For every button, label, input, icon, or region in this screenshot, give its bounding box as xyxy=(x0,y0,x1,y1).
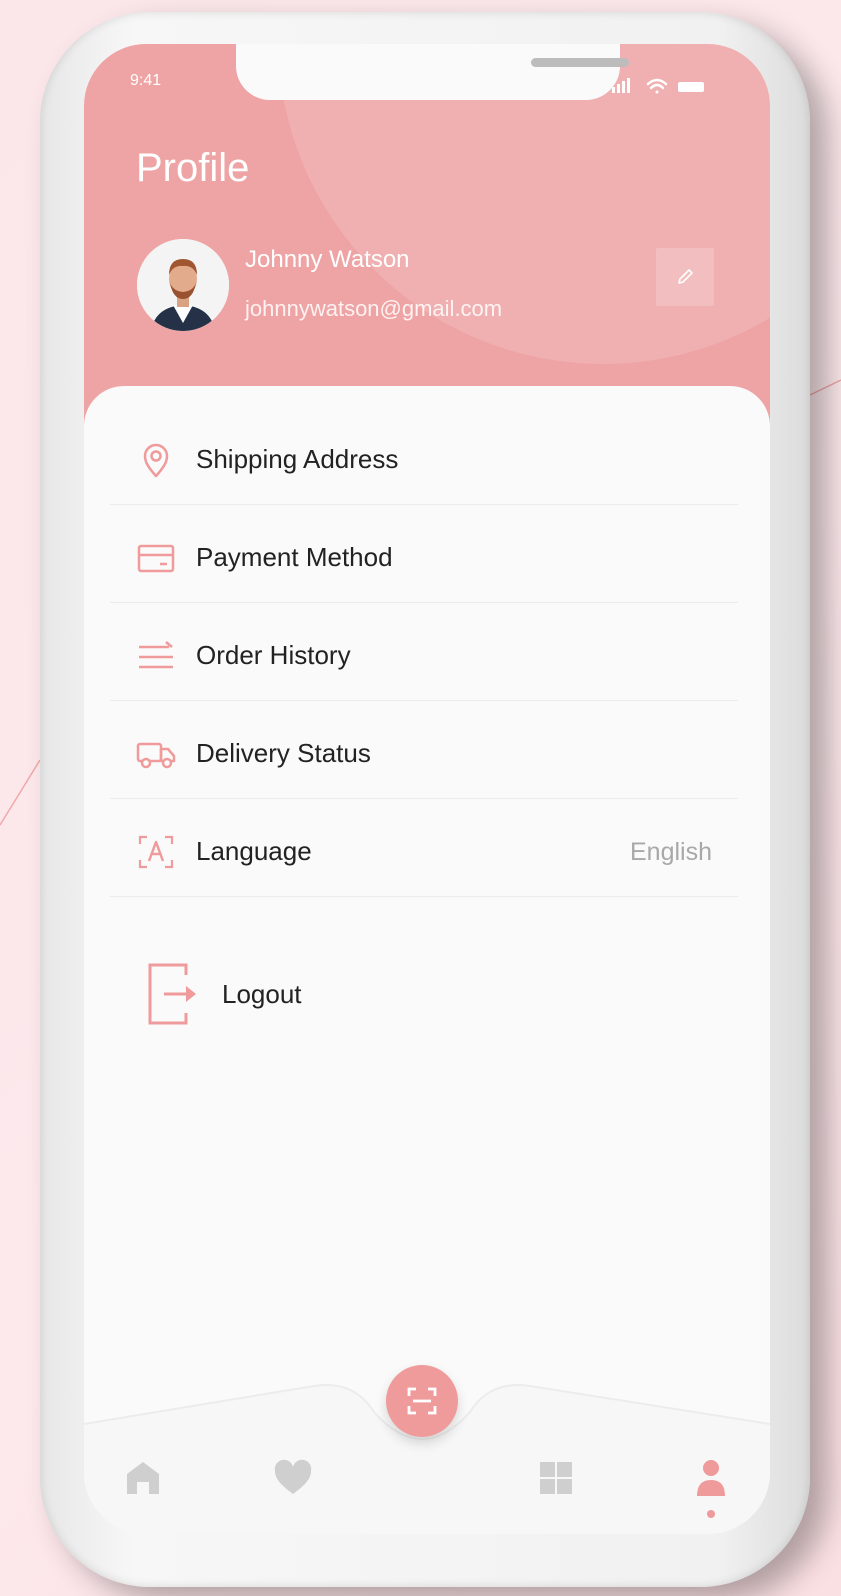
menu-item-shipping-address[interactable]: Shipping Address xyxy=(110,406,738,505)
menu-item-language[interactable]: Language English xyxy=(110,798,738,897)
logout-button[interactable]: Logout xyxy=(146,961,346,1027)
credit-card-icon xyxy=(137,544,175,573)
status-icons xyxy=(612,78,704,94)
phone-notch xyxy=(236,44,629,100)
tab-profile[interactable] xyxy=(689,1456,733,1500)
logout-icon xyxy=(148,963,196,1025)
scan-button[interactable] xyxy=(386,1365,458,1437)
active-tab-indicator xyxy=(707,1510,715,1518)
location-pin-icon xyxy=(143,443,169,478)
app-screen: 9:41 Profile Johnny Watson johnnywatson@… xyxy=(84,44,770,1534)
home-icon xyxy=(127,1462,159,1494)
heart-icon xyxy=(274,1459,312,1494)
language-value: English xyxy=(630,838,712,866)
menu-item-delivery-status[interactable]: Delivery Status xyxy=(110,700,738,799)
language-icon xyxy=(138,835,174,869)
user-name: Johnny Watson xyxy=(245,246,410,273)
pencil-icon xyxy=(678,269,693,284)
speaker-grille xyxy=(531,58,629,67)
scan-icon xyxy=(407,1387,437,1415)
edit-profile-button[interactable] xyxy=(656,248,714,306)
logout-label: Logout xyxy=(222,979,302,1009)
truck-icon xyxy=(136,742,176,769)
menu-card: Shipping Address Payment Method Order Hi… xyxy=(84,386,770,1534)
battery-icon xyxy=(678,82,704,92)
status-time: 9:41 xyxy=(130,72,162,89)
tab-home[interactable] xyxy=(121,1456,165,1500)
avatar[interactable] xyxy=(137,239,229,331)
menu-item-label: Delivery Status xyxy=(196,738,371,768)
menu-item-label: Order History xyxy=(196,640,351,670)
wifi-icon xyxy=(646,78,668,94)
page-title: Profile xyxy=(136,146,250,190)
tab-favorites[interactable] xyxy=(271,1456,315,1500)
menu-item-label: Shipping Address xyxy=(196,444,399,474)
grid-icon xyxy=(540,1462,572,1494)
tab-categories[interactable] xyxy=(534,1456,578,1500)
menu-item-payment-method[interactable]: Payment Method xyxy=(110,504,738,603)
menu-item-order-history[interactable]: Order History xyxy=(110,602,738,701)
user-icon xyxy=(697,1460,725,1496)
user-email: johnnywatson@gmail.com xyxy=(245,296,503,321)
list-icon xyxy=(139,641,173,669)
menu-item-label: Language xyxy=(196,836,312,866)
menu-item-label: Payment Method xyxy=(196,542,393,572)
